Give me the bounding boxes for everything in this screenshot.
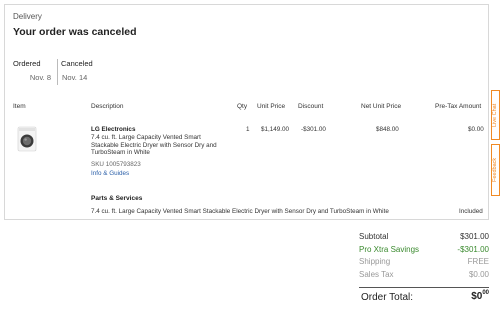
order-total-label: Order Total: [361,292,414,303]
summary-row-shipping: Shipping FREE [359,257,489,270]
product-thumbnail-dryer[interactable] [17,126,37,152]
subtotal-label: Subtotal [359,232,389,241]
summary-row-savings: Pro Xtra Savings -$301.00 [359,245,489,258]
timeline-ordered-label: Ordered [13,59,41,68]
savings-value: -$301.00 [457,244,489,254]
product-brand: LG Electronics [91,126,136,133]
col-header-description: Description [91,103,124,110]
timeline-canceled-date: Nov. 14 [62,73,88,82]
sales-tax-value: $0.00 [468,269,489,279]
order-status-headline: Your order was canceled [13,26,137,38]
shipping-value: FREE [467,257,489,266]
row-qty: 1 [246,126,250,133]
sales-tax-label: Sales Tax [359,269,394,279]
col-header-qty: Qty [237,103,248,110]
parts-services-status: Included [459,208,483,215]
product-sku: SKU 1005793823 [91,161,141,168]
subtotal-value: $301.00 [460,232,489,241]
col-header-unit-price: Unit Price [257,103,286,110]
row-discount: -$301.00 [301,126,326,133]
parts-services-description: 7.4 cu. ft. Large Capacity Vented Smart … [91,208,389,215]
summary-divider [359,287,489,288]
col-header-net-unit-price: Net Unit Price [361,103,402,110]
col-header-discount: Discount [298,103,324,110]
shipping-label: Shipping [359,257,391,266]
row-pre-tax-amount: $0.00 [468,126,484,133]
order-card: Delivery Your order was canceled Ordered… [4,4,489,220]
order-total-value: $000 [471,290,489,302]
order-total-dollars: $0 [471,291,483,302]
row-unit-price: $1,149.00 [261,126,290,133]
feedback-tab[interactable]: Feedback [491,144,500,196]
timeline-ordered: Ordered Nov. 8 [13,59,51,82]
savings-label: Pro Xtra Savings [359,244,420,254]
summary-row-sales-tax: Sales Tax $0.00 [359,270,489,283]
timeline-ordered-date: Nov. 8 [29,73,51,82]
delivery-label: Delivery [13,12,42,21]
timeline-canceled: Canceled Nov. 14 [57,59,93,85]
col-header-pre-tax-amount: Pre-Tax Amount [435,103,482,110]
parts-services-heading: Parts & Services [91,195,143,202]
product-title-link[interactable]: 7.4 cu. ft. Large Capacity Vented Smart … [91,134,217,157]
col-header-item: Item [13,103,26,110]
order-total-cents: 00 [482,290,489,296]
order-summary: Subtotal $301.00 Pro Xtra Savings -$301.… [359,232,489,282]
row-net-unit-price: $848.00 [376,126,399,133]
timeline-canceled-label: Canceled [61,59,93,68]
summary-row-subtotal: Subtotal $301.00 [359,232,489,245]
info-guides-link[interactable]: Info & Guides [91,170,129,177]
live-chat-tab[interactable]: Live Chat [491,90,500,140]
